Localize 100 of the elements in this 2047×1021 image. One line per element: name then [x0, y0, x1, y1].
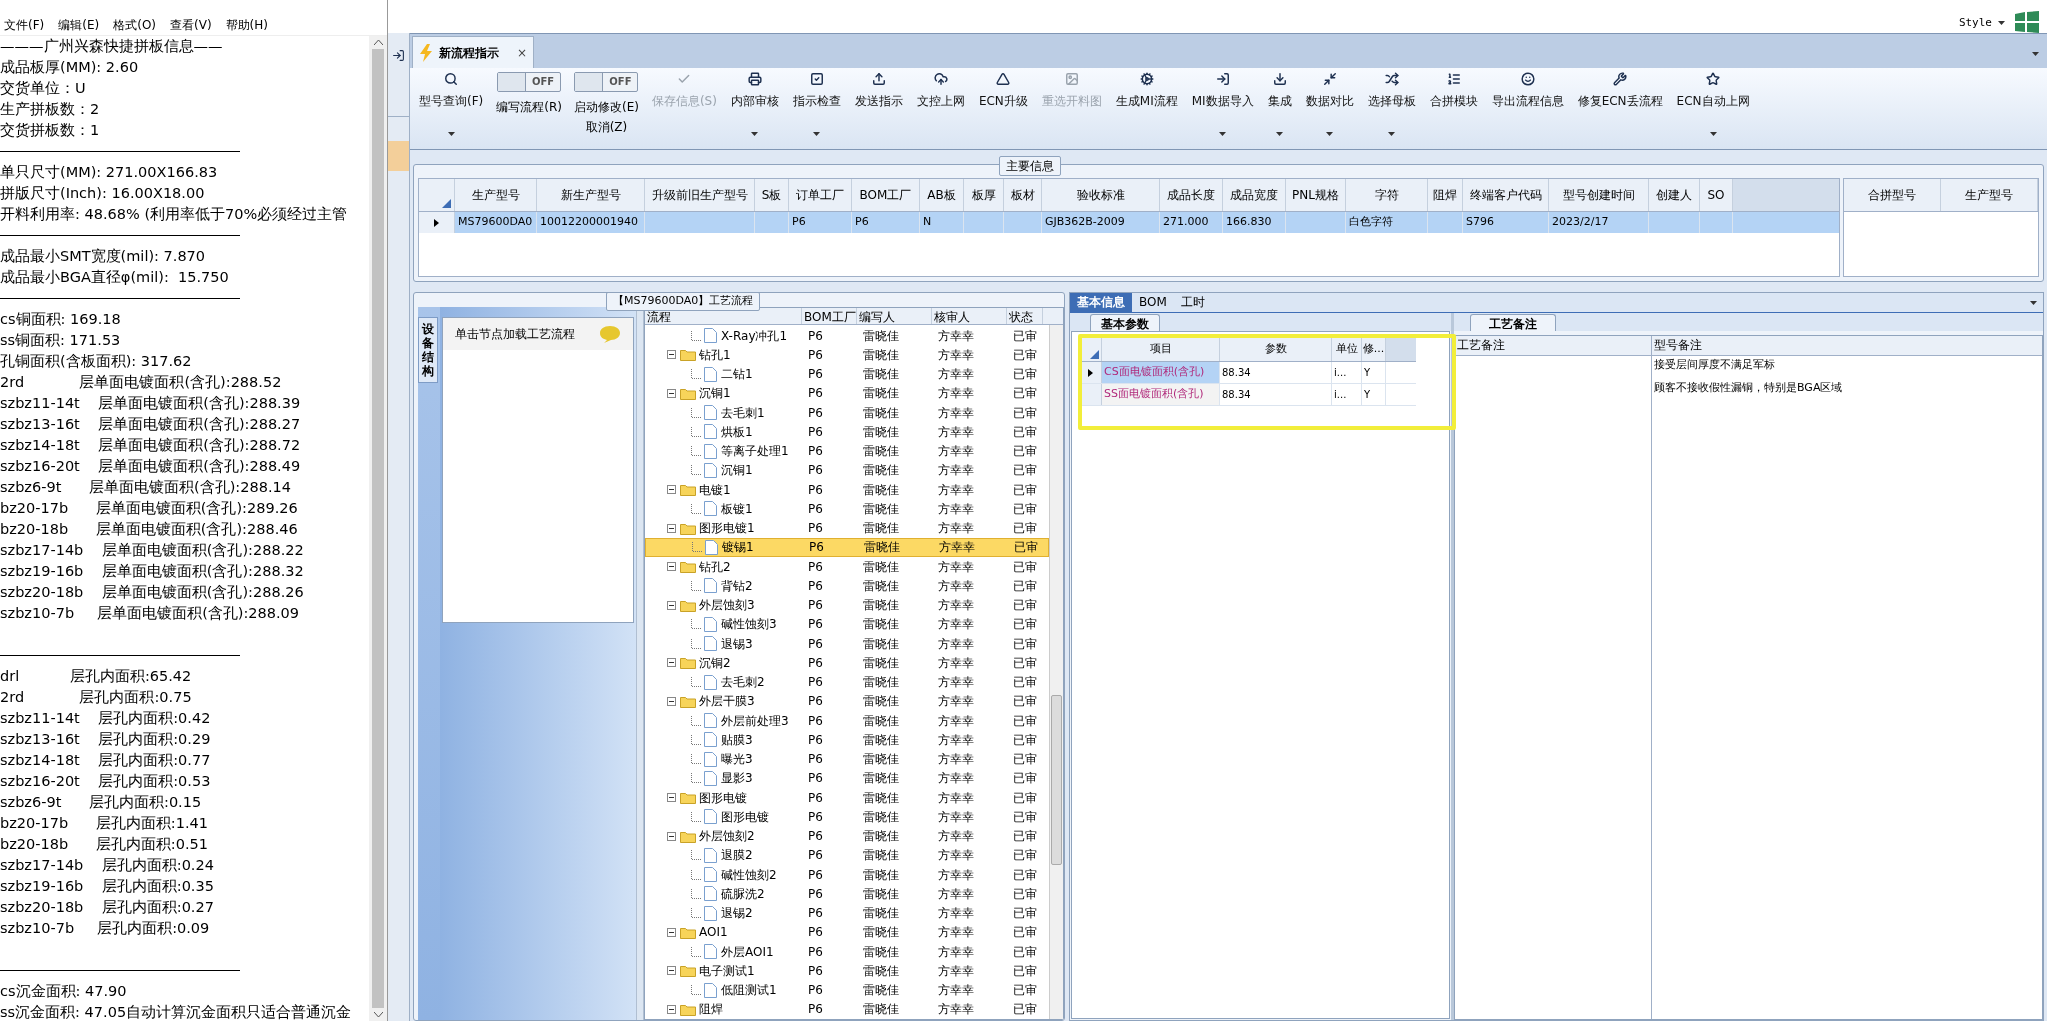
tree-row[interactable]: 退膜2 P6 雷晓佳 方幸幸 已审 [645, 845, 1049, 866]
tree-row[interactable]: AOI1 P6 雷晓佳 方幸幸 已审 [645, 922, 1049, 943]
collapse-icon[interactable] [667, 1004, 676, 1014]
ribbon-button[interactable]: ECN升级 [971, 68, 1035, 149]
login-icon[interactable] [392, 49, 405, 62]
tree-row[interactable]: 外层蚀刻2 P6 雷晓佳 方幸幸 已审 [645, 826, 1049, 846]
column-header[interactable]: 型号备注 [1652, 336, 2042, 356]
column-header[interactable]: 工艺备注 [1455, 336, 1651, 356]
column-header[interactable]: BOM工厂 [802, 308, 857, 324]
ribbon-button[interactable]: 内部审核 [723, 68, 786, 149]
tree-row[interactable]: 钻孔2 P6 雷晓佳 方幸幸 已审 [645, 557, 1049, 577]
column-header[interactable]: 板厚 [964, 179, 1004, 211]
column-header[interactable]: 生产型号 [455, 179, 537, 211]
tree-row[interactable]: 沉铜1 P6 雷晓佳 方幸幸 已审 [645, 383, 1049, 403]
tree-row[interactable]: 曝光3 P6 雷晓佳 方幸幸 已审 [645, 749, 1049, 769]
tree-row[interactable]: 电子测试1 P6 雷晓佳 方幸幸 已审 [645, 961, 1049, 981]
column-header[interactable]: AB板 [920, 179, 964, 211]
tree-row[interactable]: 二钻1 P6 雷晓佳 方幸幸 已审 [645, 364, 1049, 384]
column-header[interactable]: 编写人 [857, 308, 932, 324]
column-header[interactable]: 单位 [1332, 338, 1362, 361]
tree-row[interactable]: 去毛刺2 P6 雷晓佳 方幸幸 已审 [645, 672, 1049, 692]
tree-row[interactable]: 沉铜2 P6 雷晓佳 方幸幸 已审 [645, 653, 1049, 673]
column-header[interactable]: 参数 [1220, 338, 1332, 361]
tree-row[interactable]: 碱性蚀刻2 P6 雷晓佳 方幸幸 已审 [645, 865, 1049, 885]
tree-row[interactable]: 低阻测试1 P6 雷晓佳 方幸幸 已审 [645, 980, 1049, 1000]
tree-row[interactable]: 背钻2 P6 雷晓佳 方幸幸 已审 [645, 576, 1049, 596]
column-header[interactable]: 升级前旧生产型号 [645, 179, 755, 211]
scroll-thumb[interactable] [1051, 695, 1062, 865]
tree-row[interactable]: 镀锡1 P6 雷晓佳 方幸幸 已审 [645, 537, 1049, 558]
tree-row[interactable]: 等离子处理1 P6 雷晓佳 方幸幸 已审 [645, 441, 1049, 461]
style-menu[interactable]: Style [1958, 14, 2005, 31]
column-header[interactable]: PNL规格 [1286, 179, 1346, 211]
column-header[interactable]: 成品宽度 [1223, 179, 1286, 211]
collapse-icon[interactable] [667, 793, 676, 803]
collapse-icon[interactable] [667, 523, 676, 533]
collapse-icon[interactable] [667, 600, 676, 610]
column-header[interactable]: 验收标准 [1042, 179, 1160, 211]
tree-row[interactable]: 退锡3 P6 雷晓佳 方幸幸 已审 [645, 634, 1049, 654]
collapse-icon[interactable] [667, 658, 676, 668]
close-button[interactable]: × [517, 43, 528, 62]
column-header[interactable]: 型号创建时间 [1549, 179, 1649, 211]
tree-row[interactable]: 外层干膜3 P6 雷晓佳 方幸幸 已审 [645, 691, 1049, 712]
tree-row[interactable]: 板镀1 P6 雷晓佳 方幸幸 已审 [645, 499, 1049, 519]
document-tab[interactable]: 新流程指示 × [412, 36, 535, 68]
tab[interactable]: BOM [1132, 293, 1174, 312]
tree-row[interactable]: 去毛刺1 P6 雷晓佳 方幸幸 已审 [645, 403, 1049, 423]
tree-row[interactable]: 外层AOI1 P6 雷晓佳 方幸幸 已审 [645, 942, 1049, 962]
ribbon-button[interactable]: 选择母板 [1360, 68, 1423, 149]
toggle-switch[interactable]: OFF [497, 72, 562, 92]
ribbon-button[interactable]: 生成MI流程 [1108, 68, 1185, 149]
tree-row[interactable]: 退锡2 P6 雷晓佳 方幸幸 已审 [645, 903, 1049, 923]
toggle-switch[interactable]: OFF [574, 72, 639, 92]
menu-item[interactable]: 编辑(E) [58, 15, 100, 34]
tree-row[interactable]: 电镀1 P6 雷晓佳 方幸幸 已审 [645, 480, 1049, 500]
column-header[interactable]: 终端客户代码 [1463, 179, 1549, 211]
collapse-icon[interactable] [667, 696, 676, 706]
menu-item[interactable]: 格式(O) [113, 15, 157, 34]
row-header[interactable] [1080, 362, 1102, 383]
collapse-icon[interactable] [667, 927, 676, 937]
tree-row[interactable]: 沉铜1 P6 雷晓佳 方幸幸 已审 [645, 460, 1049, 480]
ribbon-button[interactable]: 型号查询(F) [412, 68, 491, 149]
tree-row[interactable]: 图形电镀1 P6 雷晓佳 方幸幸 已审 [645, 518, 1049, 538]
collapse-icon[interactable] [667, 562, 676, 572]
tree-row[interactable]: 硫脲洗2 P6 雷晓佳 方幸幸 已审 [645, 884, 1049, 904]
column-header[interactable]: 生产型号 [1941, 179, 2038, 211]
collapse-icon[interactable] [667, 831, 676, 841]
ribbon-button[interactable]: 文控上网 [909, 68, 972, 149]
column-header[interactable]: 创建人 [1649, 179, 1700, 211]
column-header[interactable]: 流程 [645, 308, 802, 324]
scroll-thumb[interactable] [372, 49, 384, 1008]
tab[interactable]: 基本信息 [1070, 293, 1132, 312]
column-header[interactable]: 阻焊 [1428, 179, 1463, 211]
collapse-icon[interactable] [667, 350, 676, 360]
tree-row[interactable]: 图形电镀 P6 雷晓佳 方幸幸 已审 [645, 788, 1049, 808]
scrollbar[interactable] [1049, 325, 1063, 1019]
tree-row[interactable]: 阻焊 P6 雷晓佳 方幸幸 已审 [645, 999, 1049, 1019]
table-cell[interactable]: CS面电镀面积(含孔) [1102, 362, 1220, 383]
tree-row[interactable]: 钻孔1 P6 雷晓佳 方幸幸 已审 [645, 345, 1049, 365]
ribbon-button[interactable]: 修复ECN丢流程 [1570, 68, 1670, 149]
collapse-icon[interactable] [667, 485, 676, 495]
column-header[interactable]: 成品长度 [1160, 179, 1223, 211]
tab[interactable]: 工艺备注 [1470, 314, 1556, 331]
ribbon-button[interactable]: 导出流程信息 [1484, 68, 1571, 149]
tree-row[interactable]: 烘板1 P6 雷晓佳 方幸幸 已审 [645, 422, 1049, 442]
table-cell[interactable]: SS面电镀面积(含孔) [1102, 384, 1220, 405]
menu-item[interactable]: 帮助(H) [225, 15, 268, 34]
tree-row[interactable]: 碱性蚀刻3 P6 雷晓佳 方幸幸 已审 [645, 614, 1049, 635]
column-header[interactable]: 板材 [1004, 179, 1042, 211]
ribbon-button[interactable]: 发送指示 [847, 68, 910, 149]
ribbon-button[interactable]: 数据对比 [1298, 68, 1361, 149]
column-header[interactable]: 项目 [1102, 338, 1220, 361]
tree-row[interactable]: 贴膜3 P6 雷晓佳 方幸幸 已审 [645, 730, 1049, 750]
column-header[interactable]: 字符 [1346, 179, 1428, 211]
ribbon-button[interactable]: 指示检查 [785, 68, 848, 149]
ribbon-button[interactable]: 集成 [1260, 68, 1299, 149]
menu-item[interactable]: 文件(F) [4, 15, 45, 34]
column-header[interactable]: S板 [755, 179, 789, 211]
tab[interactable]: 基本参数 [1090, 314, 1160, 331]
collapse-icon[interactable] [667, 388, 676, 398]
column-header[interactable]: BOM工厂 [852, 179, 920, 211]
